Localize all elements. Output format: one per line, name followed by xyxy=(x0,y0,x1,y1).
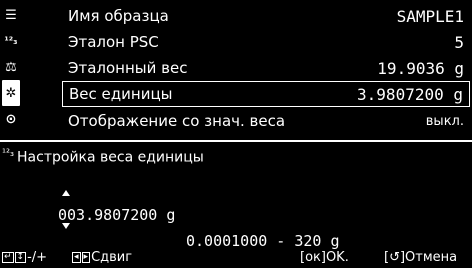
row-label: Вес единицы xyxy=(69,85,173,103)
row-unit-weight[interactable]: Вес единицы 3.9807200 g xyxy=(62,81,470,107)
list-icon[interactable]: ☰ xyxy=(2,2,20,28)
right-key-icon: ▸ xyxy=(81,252,91,263)
shift-label: Сдвиг xyxy=(91,250,133,265)
display-icon[interactable]: ⊙ xyxy=(2,106,20,132)
sign-toggle-label: -/+ xyxy=(27,250,48,265)
reference-icon: ¹²₃ xyxy=(2,148,15,159)
row-value: 3.9807200 g xyxy=(357,84,463,104)
row-label: Отображение со знач. веса xyxy=(68,112,286,130)
row-value: выкл. xyxy=(425,113,464,129)
row-label: Эталонный вес xyxy=(68,59,188,77)
row-display-weight[interactable]: Отображение со знач. веса выкл. xyxy=(62,108,470,134)
row-reference-psc[interactable]: Эталон PSC 5 xyxy=(62,29,470,55)
divider xyxy=(0,140,472,142)
row-value: SAMPLE1 xyxy=(396,6,464,26)
row-reference-weight[interactable]: Эталонный вес 19.9036 g xyxy=(62,55,470,81)
unit-weight-entry[interactable]: 003.9807200 g xyxy=(58,206,175,224)
shift-key[interactable]: ◂ ▸ Сдвиг xyxy=(72,250,132,265)
reference-icon[interactable]: ¹²₃ xyxy=(2,28,20,54)
footer: ↵ ↕ -/+ ◂ ▸ Сдвиг [ок]OK. [↺]Отмена xyxy=(0,250,472,268)
sign-toggle-key[interactable]: ↵ ↕ -/+ xyxy=(2,250,47,265)
range-hint: 0.0001000 - 320 g xyxy=(186,232,340,250)
ok-key-icon: [ок] xyxy=(300,250,326,265)
row-sample-name[interactable]: Имя образца SAMPLE1 xyxy=(62,3,470,29)
row-value: 19.9036 g xyxy=(377,58,464,78)
ok-key[interactable]: [ок]OK. xyxy=(300,250,349,265)
settings-gear-icon[interactable]: ✲ xyxy=(2,80,20,106)
left-key-icon: ◂ xyxy=(72,252,81,263)
increment-arrow-icon xyxy=(62,190,70,196)
edit-title: ¹²₃ Настройка веса единицы xyxy=(2,148,204,166)
cancel-label: Отмена xyxy=(405,250,458,265)
row-value: 5 xyxy=(454,32,464,52)
row-label: Эталон PSC xyxy=(68,33,159,51)
sidebar: ☰ ¹²₃ ⚖ ✲ ⊙ xyxy=(0,0,22,145)
ok-label: OK. xyxy=(325,250,349,265)
cancel-key-icon: [↺] xyxy=(384,250,406,265)
edit-title-text: Настройка веса единицы xyxy=(17,149,204,166)
cancel-key[interactable]: [↺]Отмена xyxy=(384,250,457,265)
enter-key-icon: ↵ xyxy=(2,252,14,263)
up-down-key-icon: ↕ xyxy=(14,252,27,263)
sample-weight-icon[interactable]: ⚖ xyxy=(2,54,20,80)
decrement-arrow-icon xyxy=(62,223,70,229)
row-label: Имя образца xyxy=(68,7,169,25)
